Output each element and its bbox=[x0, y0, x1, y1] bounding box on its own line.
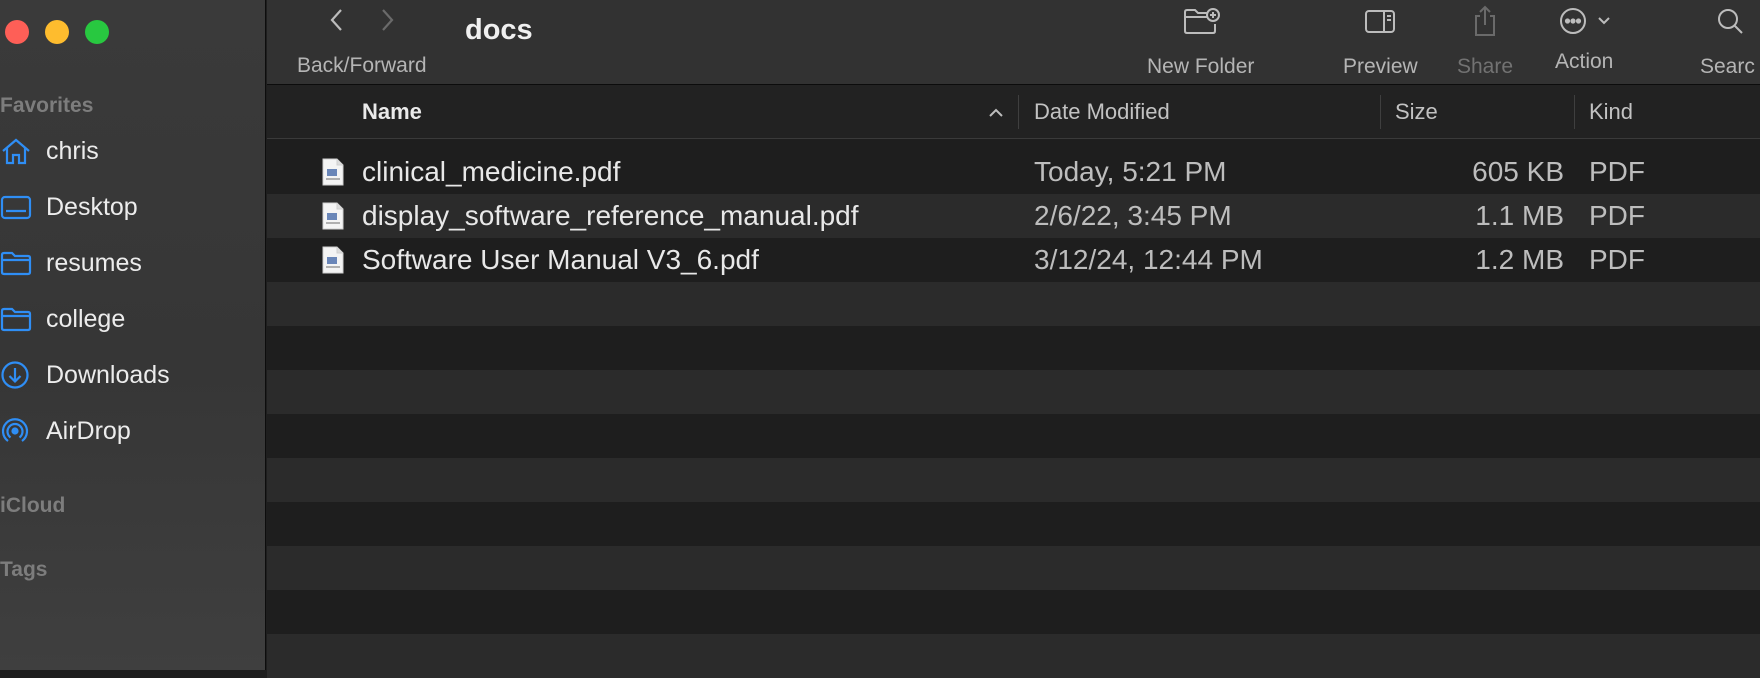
sidebar-item-college[interactable]: college bbox=[0, 299, 125, 339]
preview-label: Preview bbox=[1343, 55, 1418, 78]
empty-row bbox=[267, 546, 1760, 590]
chevron-down-icon bbox=[1598, 17, 1610, 25]
column-date-header[interactable]: Date Modified bbox=[1034, 85, 1170, 138]
back-forward-group: Back/Forward bbox=[297, 6, 427, 78]
search-icon bbox=[1714, 4, 1746, 43]
share-icon bbox=[1470, 4, 1500, 43]
file-list: clinical_medicine.pdf Today, 5:21 PM 605… bbox=[267, 150, 1760, 678]
desktop-icon bbox=[0, 191, 34, 223]
new-folder-icon bbox=[1181, 4, 1221, 43]
forward-icon[interactable] bbox=[372, 5, 402, 40]
file-row[interactable]: Software User Manual V3_6.pdf 3/12/24, 1… bbox=[267, 238, 1760, 282]
zoom-window-button[interactable] bbox=[85, 20, 109, 44]
file-size: 605 KB bbox=[1472, 156, 1564, 187]
column-divider[interactable] bbox=[1380, 95, 1381, 129]
search-button[interactable]: Searc bbox=[1700, 4, 1760, 79]
action-button[interactable]: Action bbox=[1555, 4, 1613, 74]
empty-row bbox=[267, 590, 1760, 634]
column-kind-header[interactable]: Kind bbox=[1589, 85, 1633, 138]
file-name: display_software_reference_manual.pdf bbox=[362, 200, 859, 231]
pdf-file-icon bbox=[322, 202, 344, 230]
column-size-header[interactable]: Size bbox=[1395, 85, 1438, 138]
sidebar-item-label: resumes bbox=[46, 248, 142, 277]
empty-row bbox=[267, 414, 1760, 458]
file-kind: PDF bbox=[1589, 156, 1645, 187]
sort-ascending-icon[interactable] bbox=[987, 85, 1017, 138]
window-controls bbox=[5, 20, 109, 44]
back-forward-label: Back/Forward bbox=[297, 54, 427, 77]
airdrop-icon bbox=[0, 415, 34, 447]
file-row[interactable]: display_software_reference_manual.pdf 2/… bbox=[267, 194, 1760, 238]
share-label: Share bbox=[1457, 55, 1514, 78]
window-title: docs bbox=[465, 14, 533, 46]
empty-row bbox=[267, 282, 1760, 326]
sidebar-item-resumes[interactable]: resumes bbox=[0, 243, 142, 283]
search-label: Searc bbox=[1700, 55, 1755, 78]
file-date: 3/12/24, 12:44 PM bbox=[1034, 244, 1263, 275]
preview-icon bbox=[1363, 4, 1397, 43]
sidebar-item-label: chris bbox=[46, 136, 99, 165]
column-header: Name Date Modified Size Kind bbox=[267, 85, 1760, 139]
file-date: Today, 5:21 PM bbox=[1034, 156, 1227, 187]
column-name-header[interactable]: Name bbox=[362, 85, 422, 138]
file-row[interactable]: clinical_medicine.pdf Today, 5:21 PM 605… bbox=[267, 150, 1760, 194]
column-divider[interactable] bbox=[1018, 95, 1019, 129]
column-divider[interactable] bbox=[1574, 95, 1575, 129]
action-label: Action bbox=[1555, 50, 1614, 73]
empty-row bbox=[267, 502, 1760, 546]
file-name: Software User Manual V3_6.pdf bbox=[362, 244, 759, 275]
new-folder-button[interactable]: New Folder bbox=[1147, 4, 1254, 79]
sidebar-item-label: AirDrop bbox=[46, 416, 131, 445]
sidebar-section-icloud[interactable]: iCloud bbox=[0, 494, 65, 518]
home-icon bbox=[0, 135, 34, 167]
toolbar: Back/Forward docs New Folder Preview Sha… bbox=[267, 0, 1760, 85]
folder-icon bbox=[0, 303, 34, 335]
sidebar-item-label: college bbox=[46, 304, 126, 333]
sidebar-item-label: Desktop bbox=[46, 192, 138, 221]
file-name: clinical_medicine.pdf bbox=[362, 156, 621, 187]
empty-row bbox=[267, 458, 1760, 502]
empty-row bbox=[267, 326, 1760, 370]
preview-button[interactable]: Preview bbox=[1343, 4, 1418, 79]
sidebar-section-favorites: Favorites bbox=[0, 94, 94, 117]
downloads-icon bbox=[0, 359, 34, 391]
sidebar-item-desktop[interactable]: Desktop bbox=[0, 187, 138, 227]
share-button[interactable]: Share bbox=[1457, 4, 1513, 79]
minimize-window-button[interactable] bbox=[45, 20, 69, 44]
action-icon bbox=[1556, 4, 1612, 38]
sidebar-item-label: Downloads bbox=[46, 360, 170, 389]
sidebar-item-downloads[interactable]: Downloads bbox=[0, 355, 170, 395]
folder-icon bbox=[0, 247, 34, 279]
close-window-button[interactable] bbox=[5, 20, 29, 44]
file-kind: PDF bbox=[1589, 200, 1645, 231]
pdf-file-icon bbox=[322, 158, 344, 186]
back-icon[interactable] bbox=[322, 5, 352, 40]
empty-row bbox=[267, 370, 1760, 414]
file-size: 1.1 MB bbox=[1475, 200, 1564, 231]
file-date: 2/6/22, 3:45 PM bbox=[1034, 200, 1232, 231]
sidebar-section-tags[interactable]: Tags bbox=[0, 558, 47, 582]
sidebar-item-airdrop[interactable]: AirDrop bbox=[0, 411, 131, 451]
pdf-file-icon bbox=[322, 246, 344, 274]
sidebar-item-chris[interactable]: chris bbox=[0, 131, 99, 171]
new-folder-label: New Folder bbox=[1147, 55, 1255, 78]
sidebar: Favorites chris Desktop resumes college … bbox=[0, 0, 266, 670]
file-kind: PDF bbox=[1589, 244, 1645, 275]
file-size: 1.2 MB bbox=[1475, 244, 1564, 275]
empty-row bbox=[267, 634, 1760, 678]
